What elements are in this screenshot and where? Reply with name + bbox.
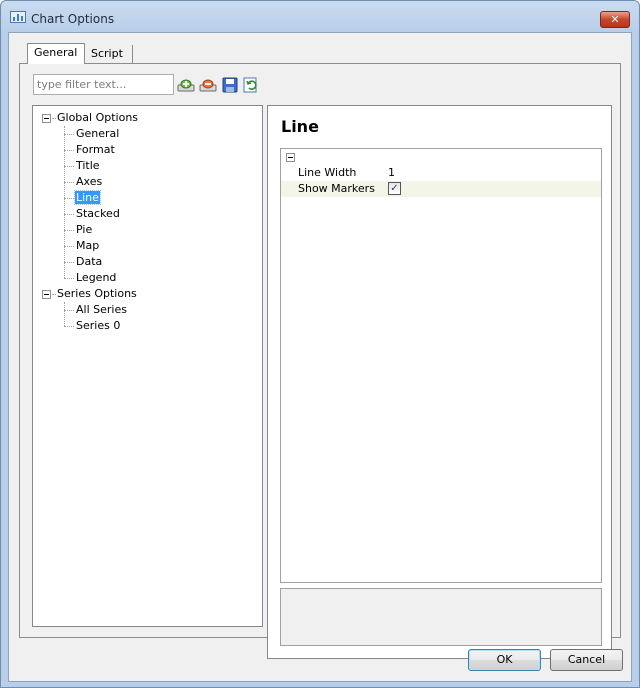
tree-item-data[interactable]: Data: [75, 254, 103, 270]
tree-connector: [64, 182, 74, 183]
window-title: Chart Options: [31, 12, 115, 26]
cancel-button[interactable]: Cancel: [550, 649, 623, 671]
tree-connector: [64, 126, 65, 278]
detail-content: Line Line Width 1 Show Markers ✓: [268, 106, 611, 658]
tree-item-stacked[interactable]: Stacked: [75, 206, 121, 222]
property-grid: Line Width 1 Show Markers ✓: [280, 148, 602, 583]
property-row-show-markers[interactable]: Show Markers ✓: [281, 181, 601, 197]
tree-node-label: Global Options: [57, 111, 139, 124]
tree-connector: [64, 310, 74, 311]
tab-general-label: General: [34, 46, 78, 59]
tab-general[interactable]: General: [27, 43, 85, 64]
tree-connector: [64, 230, 74, 231]
close-button[interactable]: ✕: [600, 11, 630, 28]
tree-item-pie[interactable]: Pie: [75, 222, 93, 238]
tree-connector: [64, 246, 74, 247]
ok-button[interactable]: OK: [468, 649, 541, 671]
tree-connector: [64, 278, 74, 279]
chart-app-icon: [10, 11, 26, 23]
tree-connector: [64, 198, 74, 199]
refresh-icon[interactable]: [242, 76, 260, 94]
tree-connector: [64, 302, 65, 326]
chart-options-window: Chart Options ✕ General Script type filt…: [0, 0, 640, 688]
tree-connector: [64, 214, 74, 215]
general-tab-panel: Global Options General Format Title Axes…: [19, 63, 621, 659]
tab-script-label: Script: [91, 47, 123, 60]
title-bar[interactable]: Chart Options ✕: [1, 1, 639, 35]
tree-item-title[interactable]: Title: [75, 158, 101, 174]
property-row-line-width[interactable]: Line Width 1: [281, 165, 601, 181]
dialog-body: General Script type filter text... Globa…: [8, 32, 632, 682]
tree-connector: [64, 166, 74, 167]
tree-connector: [52, 294, 56, 295]
tree-connector: [64, 326, 74, 327]
filter-input[interactable]: [33, 74, 174, 95]
tab-script[interactable]: Script: [85, 45, 133, 65]
section-title: Line: [281, 117, 319, 136]
collapse-series-icon[interactable]: [42, 290, 51, 299]
tree-node-series-options[interactable]: Series Options: [56, 286, 138, 302]
tree-node-global-options[interactable]: Global Options: [56, 110, 139, 126]
remove-icon[interactable]: [199, 76, 217, 94]
tree-item-general[interactable]: General: [75, 126, 120, 142]
property-name: Show Markers: [298, 182, 375, 195]
tree-item-axes[interactable]: Axes: [75, 174, 103, 190]
tree-connector: [64, 134, 74, 135]
tree-item-legend[interactable]: Legend: [75, 270, 117, 286]
options-tree[interactable]: Global Options General Format Title Axes…: [32, 105, 263, 627]
check-icon: ✓: [390, 183, 399, 194]
close-icon: ✕: [610, 13, 620, 26]
property-name: Line Width: [298, 166, 357, 179]
tree-item-format[interactable]: Format: [75, 142, 116, 158]
tree-item-series-0[interactable]: Series 0: [75, 318, 121, 334]
tree-connector: [52, 118, 56, 119]
tree-item-line[interactable]: Line: [74, 190, 101, 206]
tree-item-all-series[interactable]: All Series: [75, 302, 128, 318]
detail-panel: Line Line Width 1 Show Markers ✓: [267, 105, 612, 659]
show-markers-checkbox[interactable]: ✓: [388, 182, 401, 195]
line-width-value[interactable]: 1: [388, 165, 395, 181]
collapse-global-icon[interactable]: [42, 114, 51, 123]
tree-node-label: Series Options: [57, 287, 137, 300]
tree-connector: [64, 262, 74, 263]
add-icon[interactable]: [177, 76, 195, 94]
description-area: [280, 588, 602, 646]
collapse-properties-icon[interactable]: [286, 153, 295, 162]
save-icon[interactable]: [221, 76, 239, 94]
tree-item-map[interactable]: Map: [75, 238, 100, 254]
tree-connector: [64, 150, 74, 151]
